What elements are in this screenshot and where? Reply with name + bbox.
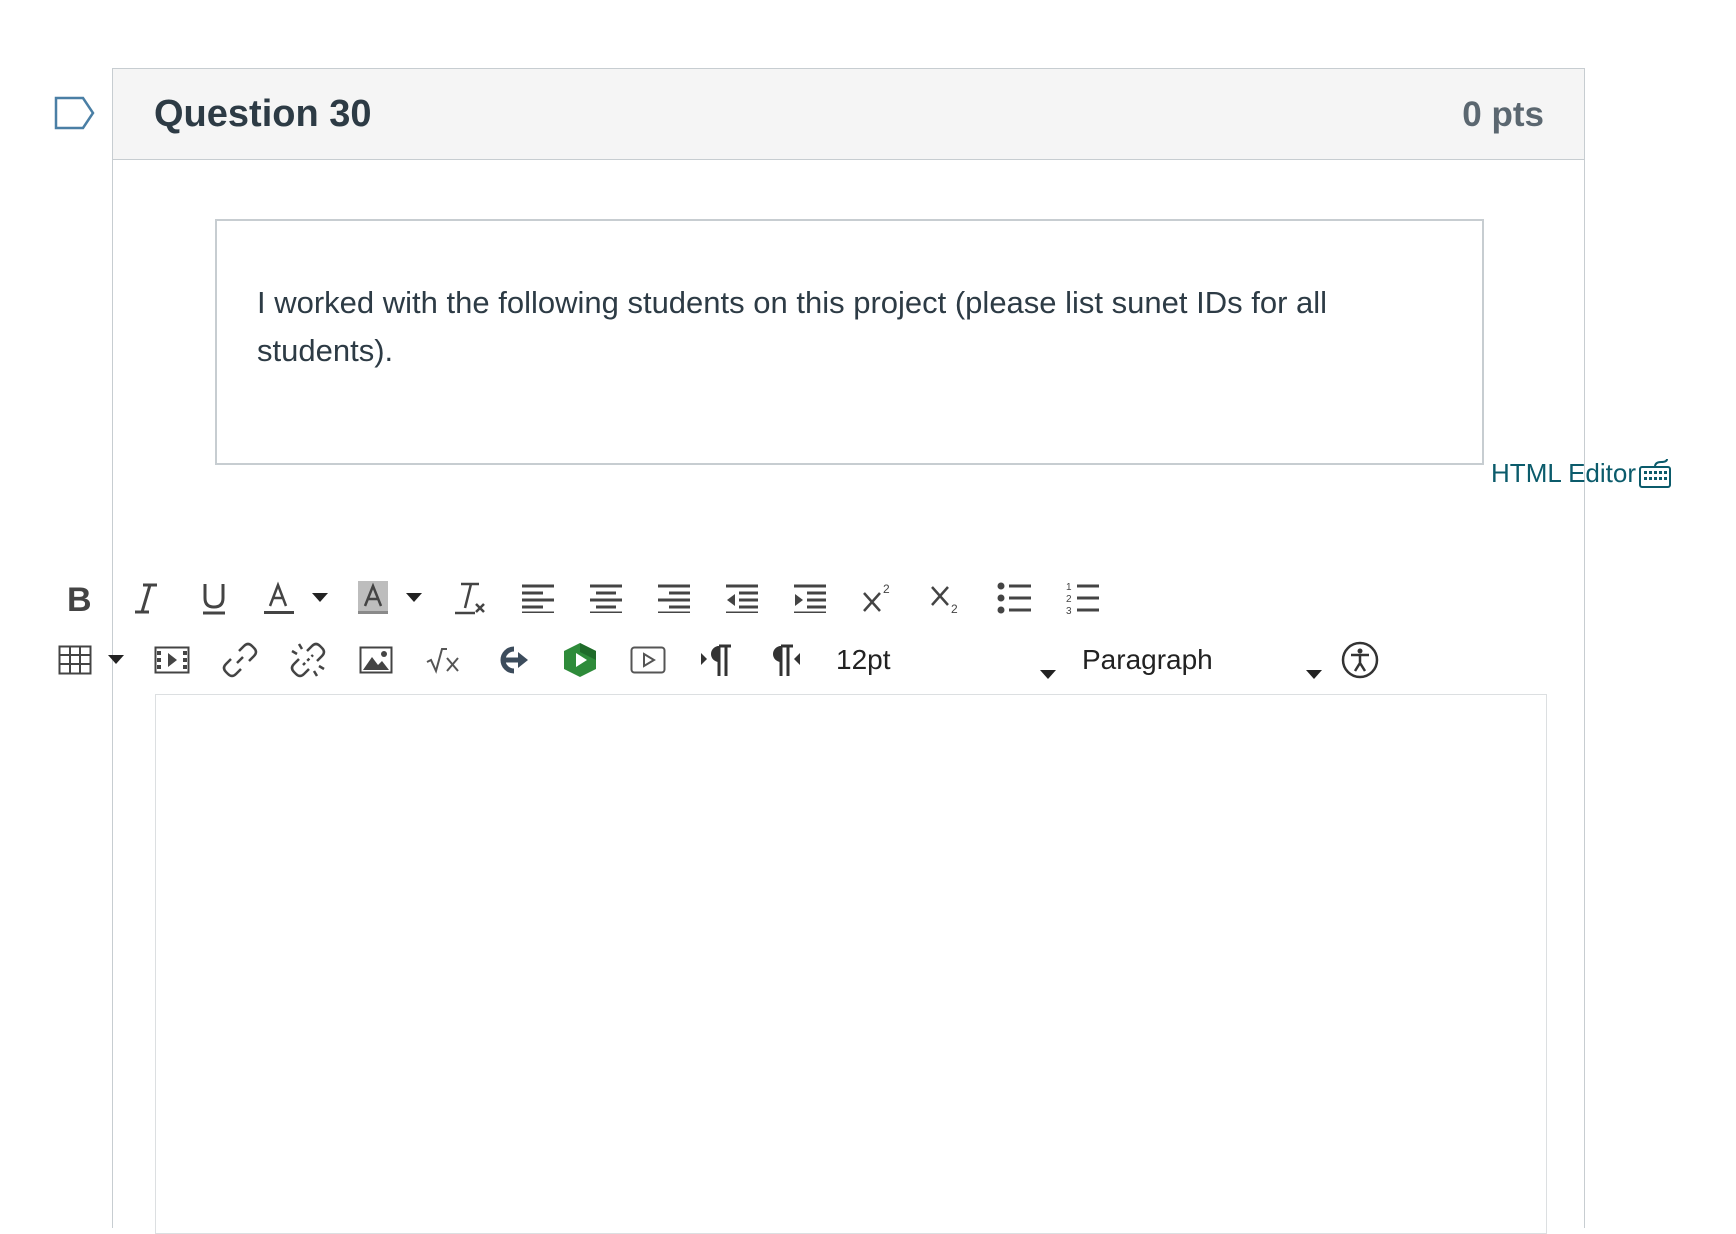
flag-question-icon[interactable] xyxy=(53,95,97,131)
block-format-value: Paragraph xyxy=(1082,644,1213,675)
svg-text:3: 3 xyxy=(1066,606,1072,615)
align-left-icon[interactable] xyxy=(510,573,566,623)
editor-toolbar-row-1: B 2 2 123 xyxy=(50,572,1122,624)
background-color-dropdown-icon[interactable] xyxy=(398,573,430,623)
unlink-icon[interactable] xyxy=(280,635,336,685)
outdent-icon[interactable] xyxy=(714,573,770,623)
keyboard-icon[interactable] xyxy=(1638,459,1672,489)
chevron-down-icon xyxy=(1306,655,1322,687)
image-icon[interactable] xyxy=(348,635,404,685)
question-title: Question 30 xyxy=(154,93,372,135)
ltr-icon[interactable] xyxy=(688,635,744,685)
indent-icon[interactable] xyxy=(782,573,838,623)
subscript-icon[interactable]: 2 xyxy=(918,573,974,623)
lti-tool-icon[interactable] xyxy=(484,635,540,685)
underline-icon[interactable] xyxy=(186,573,242,623)
align-right-icon[interactable] xyxy=(646,573,702,623)
question-points: 0 pts xyxy=(1462,95,1544,134)
html-editor-toggle[interactable]: HTML Editor xyxy=(1491,458,1672,489)
bold-icon[interactable]: B xyxy=(50,573,106,623)
chevron-down-icon xyxy=(1040,655,1056,687)
google-drive-icon[interactable] xyxy=(552,635,608,685)
background-color-icon[interactable] xyxy=(348,573,398,623)
svg-text:2: 2 xyxy=(951,602,958,615)
italic-icon[interactable] xyxy=(118,573,174,623)
svg-text:B: B xyxy=(67,581,92,615)
svg-text:2: 2 xyxy=(883,582,890,596)
equation-icon[interactable] xyxy=(416,635,472,685)
editor-toolbar-row-2: 12pt Paragraph xyxy=(50,634,1400,686)
text-color-icon[interactable] xyxy=(254,573,304,623)
svg-text:2: 2 xyxy=(1066,594,1072,605)
numbered-list-icon[interactable]: 123 xyxy=(1054,573,1110,623)
table-icon[interactable] xyxy=(50,635,100,685)
superscript-icon[interactable]: 2 xyxy=(850,573,906,623)
accessibility-checker-icon[interactable] xyxy=(1332,635,1388,685)
table-dropdown-icon[interactable] xyxy=(100,635,132,685)
question-header: Question 30 0 pts xyxy=(113,69,1584,160)
link-icon[interactable] xyxy=(212,635,268,685)
svg-text:1: 1 xyxy=(1066,582,1072,593)
rtl-icon[interactable] xyxy=(756,635,812,685)
rich-text-editor-area[interactable] xyxy=(155,694,1547,1234)
video-embed-icon[interactable] xyxy=(620,635,676,685)
bullet-list-icon[interactable] xyxy=(986,573,1042,623)
align-center-icon[interactable] xyxy=(578,573,634,623)
html-editor-label[interactable]: HTML Editor xyxy=(1491,458,1636,489)
clear-formatting-icon[interactable] xyxy=(442,573,498,623)
font-size-value: 12pt xyxy=(836,644,891,675)
font-size-select[interactable]: 12pt xyxy=(836,635,1056,685)
question-text: I worked with the following students on … xyxy=(257,285,1328,368)
text-color-dropdown-icon[interactable] xyxy=(304,573,336,623)
question-text-box: I worked with the following students on … xyxy=(215,219,1484,465)
media-icon[interactable] xyxy=(144,635,200,685)
block-format-select[interactable]: Paragraph xyxy=(1082,635,1322,685)
